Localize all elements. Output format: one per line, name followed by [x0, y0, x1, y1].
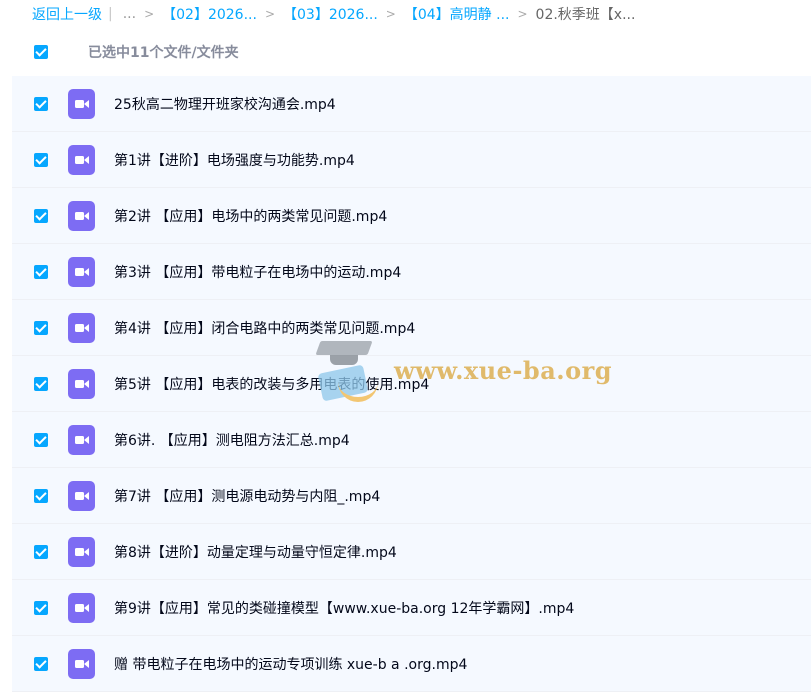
video-file-icon: [68, 256, 95, 287]
file-row[interactable]: 赠 带电粒子在电场中的运动专项训练 xue-b a .org.mp4: [12, 636, 811, 692]
breadcrumb-arrow: >: [144, 7, 155, 21]
file-name[interactable]: 第8讲【进阶】动量定理与动量守恒定律.mp4: [114, 542, 397, 562]
file-name[interactable]: 第6讲. 【应用】测电阻方法汇总.mp4: [114, 430, 350, 450]
file-row[interactable]: 第8讲【进阶】动量定理与动量守恒定律.mp4: [12, 524, 811, 580]
breadcrumb-item-02[interactable]: 【02】2026...: [162, 4, 257, 24]
breadcrumb: 返回上一级 | ... > 【02】2026... > 【03】2026... …: [32, 0, 635, 28]
file-name[interactable]: 第1讲【进阶】电场强度与功能势.mp4: [114, 150, 355, 170]
file-name[interactable]: 25秋高二物理开班家校沟通会.mp4: [114, 94, 336, 114]
video-file-icon: [68, 144, 95, 175]
file-row[interactable]: 第9讲【应用】常见的类碰撞模型【www.xue-ba.org 12年学霸网】.m…: [12, 580, 811, 636]
file-name[interactable]: 第2讲 【应用】电场中的两类常见问题.mp4: [114, 206, 387, 226]
checked-checkbox-icon[interactable]: [34, 96, 48, 111]
selection-header: 已选中11个文件/文件夹: [12, 28, 811, 76]
video-file-icon: [68, 592, 95, 623]
file-row[interactable]: 第7讲 【应用】测电源电动势与内阻_.mp4: [12, 468, 811, 524]
breadcrumb-separator: |: [108, 6, 113, 22]
breadcrumb-arrow: >: [517, 7, 528, 21]
checked-checkbox-icon[interactable]: [34, 600, 48, 615]
file-row[interactable]: 第1讲【进阶】电场强度与功能势.mp4: [12, 132, 811, 188]
checked-checkbox-icon[interactable]: [34, 432, 48, 447]
selection-count: 已选中11个文件/文件夹: [88, 45, 239, 61]
back-link[interactable]: 返回上一级: [32, 4, 102, 24]
file-row[interactable]: 第3讲 【应用】带电粒子在电场中的运动.mp4: [12, 244, 811, 300]
video-file-icon: [68, 312, 95, 343]
breadcrumb-arrow: >: [264, 7, 275, 21]
video-file-icon: [68, 88, 95, 119]
file-row[interactable]: 第6讲. 【应用】测电阻方法汇总.mp4: [12, 412, 811, 468]
file-row[interactable]: 第4讲 【应用】闭合电路中的两类常见问题.mp4: [12, 300, 811, 356]
file-name[interactable]: 第7讲 【应用】测电源电动势与内阻_.mp4: [114, 486, 380, 506]
file-row[interactable]: 第5讲 【应用】电表的改装与多用电表的使用.mp4: [12, 356, 811, 412]
checked-checkbox-icon[interactable]: [34, 488, 48, 503]
video-file-icon: [68, 648, 95, 679]
checked-checkbox-icon[interactable]: [34, 656, 48, 671]
checked-checkbox-icon[interactable]: [34, 264, 48, 279]
file-name[interactable]: 第4讲 【应用】闭合电路中的两类常见问题.mp4: [114, 318, 415, 338]
file-name[interactable]: 第5讲 【应用】电表的改装与多用电表的使用.mp4: [114, 374, 429, 394]
video-file-icon: [68, 368, 95, 399]
file-name[interactable]: 赠 带电粒子在电场中的运动专项训练 xue-b a .org.mp4: [114, 654, 467, 674]
file-browser: 返回上一级 | ... > 【02】2026... > 【03】2026... …: [0, 0, 811, 698]
checked-checkbox-icon[interactable]: [34, 208, 48, 223]
video-file-icon: [68, 424, 95, 455]
file-row[interactable]: 第2讲 【应用】电场中的两类常见问题.mp4: [12, 188, 811, 244]
checked-checkbox-icon[interactable]: [34, 376, 48, 391]
checked-checkbox-icon[interactable]: [34, 320, 48, 335]
breadcrumb-item-04[interactable]: 【04】高明静 ...: [404, 4, 510, 24]
file-list: 25秋高二物理开班家校沟通会.mp4 第1讲【进阶】电场强度与功能势.mp4 第…: [12, 76, 811, 692]
video-file-icon: [68, 480, 95, 511]
checked-checkbox-icon[interactable]: [34, 152, 48, 167]
select-all-checkbox-icon[interactable]: [34, 45, 48, 59]
breadcrumb-item-03[interactable]: 【03】2026...: [283, 4, 378, 24]
breadcrumb-arrow: >: [385, 7, 396, 21]
breadcrumb-ellipsis[interactable]: ...: [123, 6, 136, 22]
file-name[interactable]: 第9讲【应用】常见的类碰撞模型【www.xue-ba.org 12年学霸网】.m…: [114, 598, 574, 618]
file-row[interactable]: 25秋高二物理开班家校沟通会.mp4: [12, 76, 811, 132]
video-file-icon: [68, 200, 95, 231]
video-file-icon: [68, 536, 95, 567]
file-name[interactable]: 第3讲 【应用】带电粒子在电场中的运动.mp4: [114, 262, 401, 282]
checked-checkbox-icon[interactable]: [34, 544, 48, 559]
breadcrumb-current: 02.秋季班【x...: [535, 7, 636, 23]
